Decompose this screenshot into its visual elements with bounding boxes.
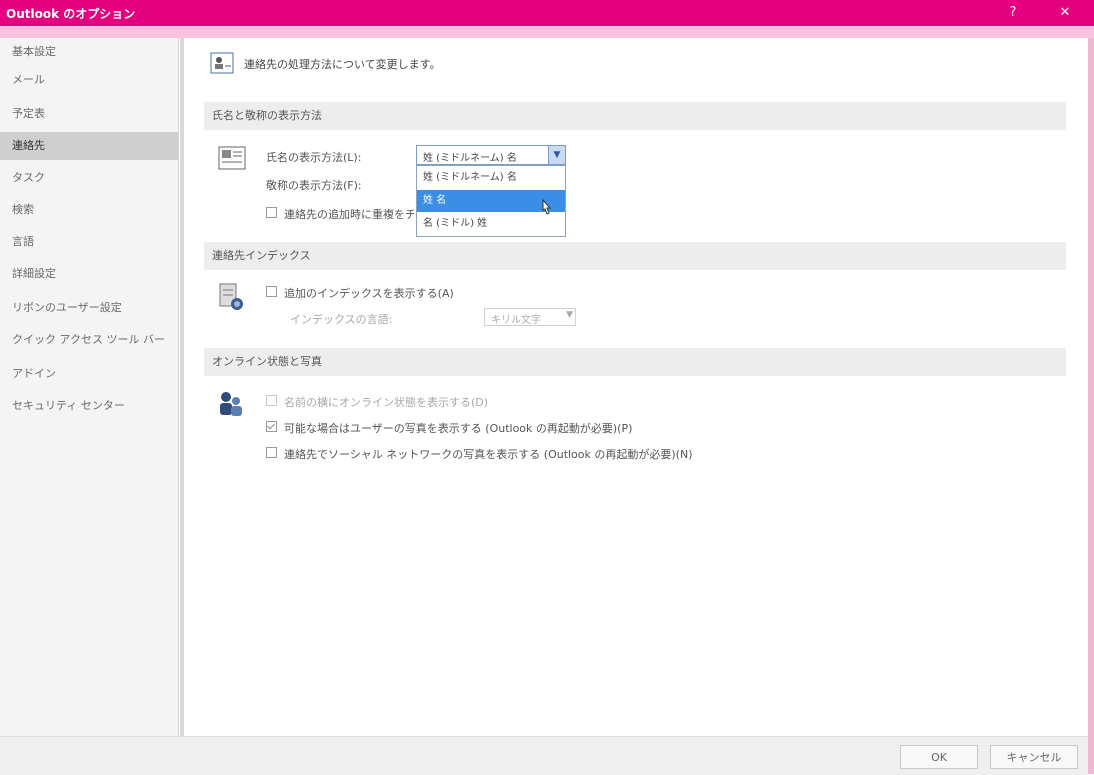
show-index-label: 追加のインデックスを表示する(A) <box>284 287 454 300</box>
online-status-label: 名前の横にオンライン状態を表示する(D) <box>284 396 489 409</box>
title-bar: Outlook のオプション ? ✕ <box>0 0 1094 26</box>
window-title: Outlook のオプション <box>6 7 136 21</box>
sidebar-item-quick-access-toolbar[interactable]: クイック アクセス ツール バー <box>0 326 178 354</box>
contact-index-icon <box>218 282 246 315</box>
content-panel: 連絡先の処理方法について変更します。 氏名と敬称の表示方法 氏名の表示方法(L)… <box>184 38 1088 736</box>
file-as-order-label: 敬称の表示方法(F): <box>266 179 362 192</box>
social-photos-label: 連絡先でソーシャル ネットワークの写真を表示する (Outlook の再起動が必… <box>284 448 693 461</box>
social-photos-checkbox[interactable] <box>266 447 277 458</box>
sidebar-item-tasks[interactable]: タスク <box>0 164 178 192</box>
sidebar-item-trust-center[interactable]: セキュリティ センター <box>0 392 178 420</box>
help-button[interactable]: ? <box>1000 2 1026 24</box>
show-index-checkbox[interactable] <box>266 286 277 297</box>
sidebar-item-general[interactable]: 基本設定 <box>0 38 178 66</box>
combo-arrow-icon[interactable]: ▼ <box>548 146 565 164</box>
combo-selected-value: 姓 (ミドルネーム) 名 <box>423 153 517 164</box>
user-photos-checkbox[interactable] <box>266 421 277 432</box>
close-button[interactable]: ✕ <box>1052 2 1078 24</box>
sidebar-item-mail[interactable]: メール <box>0 66 178 94</box>
cancel-button[interactable]: キャンセル <box>990 745 1078 769</box>
user-photos-label: 可能な場合はユーザーの写真を表示する (Outlook の再起動が必要)(P) <box>284 422 633 435</box>
dialog-footer: OK キャンセル <box>0 736 1088 775</box>
online-status-checkbox[interactable] <box>266 395 277 406</box>
index-language-combo[interactable]: キリル文字 ▼ <box>484 308 576 326</box>
full-name-order-label: 氏名の表示方法(L): <box>266 151 362 164</box>
sidebar-item-language[interactable]: 言語 <box>0 228 178 256</box>
sidebar-item-advanced[interactable]: 詳細設定 <box>0 260 178 288</box>
sidebar-item-search[interactable]: 検索 <box>0 196 178 224</box>
title-bar-shadow <box>0 26 1094 38</box>
sidebar-item-people[interactable]: 連絡先 <box>0 132 178 160</box>
section-header-online: オンライン状態と写真 <box>204 348 1066 376</box>
check-duplicates-checkbox[interactable] <box>266 207 277 218</box>
people-status-icon <box>218 390 244 421</box>
section-header-names: 氏名と敬称の表示方法 <box>204 102 1066 130</box>
index-language-value: キリル文字 <box>491 315 541 326</box>
intro-text: 連絡先の処理方法について変更します。 <box>244 58 441 71</box>
chevron-down-icon[interactable]: ▼ <box>566 310 573 320</box>
mouse-cursor-icon <box>539 198 553 219</box>
sidebar-item-addins[interactable]: アドイン <box>0 360 178 388</box>
sidebar-item-calendar[interactable]: 予定表 <box>0 100 178 128</box>
check-duplicates-label: 連絡先の追加時に重複をチェックする(C) <box>284 208 414 221</box>
sidebar-item-customize-ribbon[interactable]: リボンのユーザー設定 <box>0 294 178 322</box>
ok-button[interactable]: OK <box>900 745 978 769</box>
full-name-order-combo[interactable]: 姓 (ミドルネーム) 名 ▼ <box>416 145 566 165</box>
name-card-icon <box>218 146 246 173</box>
dropdown-option[interactable]: 姓 (ミドルネーム) 名 <box>417 167 565 189</box>
index-language-label: インデックスの言語: <box>290 313 393 326</box>
window-border <box>1088 38 1094 774</box>
sidebar: 基本設定 メール 予定表 連絡先 タスク 検索 言語 詳細設定 リボンのユーザー… <box>0 38 179 736</box>
contact-card-icon <box>210 52 234 77</box>
section-header-index: 連絡先インデックス <box>204 242 1066 270</box>
